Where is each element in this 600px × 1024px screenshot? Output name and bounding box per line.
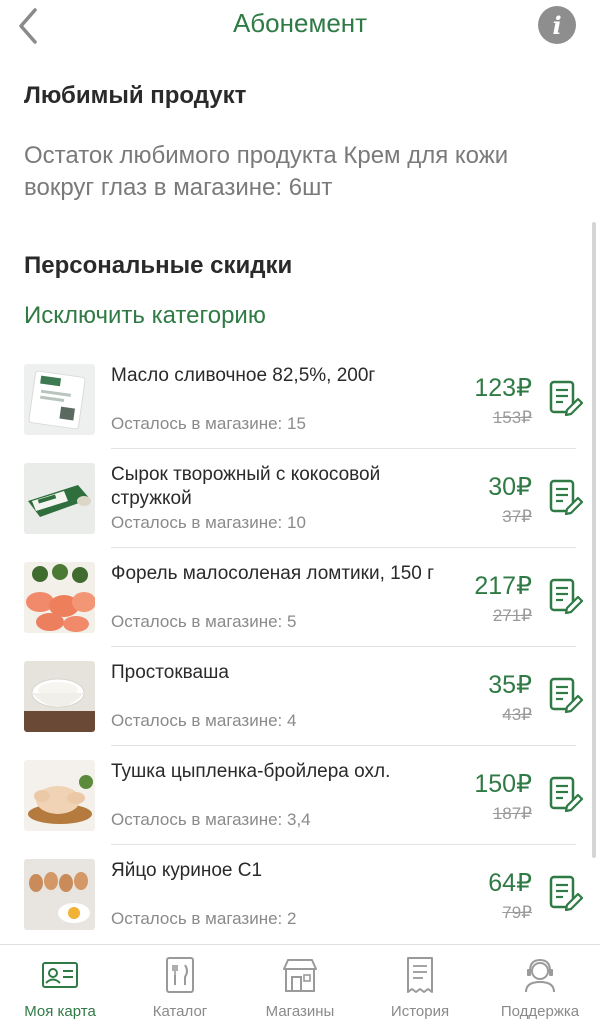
product-stock: Осталось в магазине: 2 — [111, 909, 297, 928]
product-price: 217₽ — [474, 572, 532, 600]
header: Абонемент i — [0, 0, 600, 52]
product-old-price: 271₽ — [492, 606, 532, 625]
card-icon — [42, 962, 78, 988]
tab-label: История — [390, 1003, 450, 1020]
tab-stores[interactable]: Магазины — [240, 945, 360, 1024]
product-image-trout — [24, 562, 95, 633]
discount-list: Масло сливочное 82,5%, 200г Осталось в м… — [0, 350, 600, 944]
list-item[interactable]: Тушка цыпленка-бройлера охл. Осталось в … — [0, 746, 600, 845]
product-name: Яйцо куриное С1 — [111, 860, 263, 881]
list-item[interactable]: Масло сливочное 82,5%, 200г Осталось в м… — [0, 350, 600, 449]
product-old-price: 187₽ — [492, 804, 532, 823]
list-item[interactable]: Форель малосоленая ломтики, 150 г Остало… — [0, 548, 600, 647]
edit-icon[interactable] — [549, 875, 584, 912]
product-stock: Осталось в магазине: 15 — [111, 414, 306, 433]
product-name: Простокваша — [111, 662, 229, 683]
store-icon — [283, 959, 317, 992]
list-item[interactable]: Сырок творожный с кокосовой стружкой Ост… — [0, 449, 600, 548]
tab-label: Каталог — [152, 1003, 208, 1020]
product-image-curd-bar — [24, 463, 95, 534]
product-price: 35₽ — [488, 671, 532, 699]
product-stock: Осталось в магазине: 5 — [111, 612, 297, 631]
tab-bar: Моя карта Каталог Магазины История Подде… — [0, 944, 600, 1024]
tab-my-card[interactable]: Моя карта — [0, 945, 120, 1024]
edit-icon[interactable] — [549, 578, 584, 615]
product-name: Тушка цыпленка-бройлера охл. — [111, 761, 391, 782]
page-title: Абонемент — [232, 8, 368, 38]
product-stock: Осталось в магазине: 10 — [111, 513, 306, 532]
product-price: 123₽ — [474, 374, 532, 402]
product-old-price: 153₽ — [492, 408, 532, 427]
product-name: Масло сливочное 82,5%, 200г — [111, 365, 376, 386]
product-price: 150₽ — [474, 770, 532, 798]
product-old-price: 43₽ — [502, 705, 532, 724]
edit-icon[interactable] — [549, 776, 584, 813]
product-price: 64₽ — [488, 869, 532, 897]
tab-support[interactable]: Поддержка — [480, 945, 600, 1024]
discounts-section-title: Персональные скидки — [24, 252, 293, 279]
list-item[interactable]: Яйцо куриное С1 Осталось в магазине: 2 6… — [0, 845, 600, 944]
product-old-price: 37₽ — [502, 507, 532, 526]
product-image-yogurt — [24, 661, 95, 732]
support-icon — [525, 958, 555, 993]
product-image-butter — [24, 364, 95, 435]
favorite-product-text: Остаток любимого продукта Крем для кожи … — [24, 142, 509, 201]
favorite-section-title: Любимый продукт — [24, 82, 247, 109]
product-name: Сырок творожный с кокосовой стружкой — [111, 464, 381, 509]
edit-icon[interactable] — [549, 479, 584, 516]
product-image-chicken — [24, 760, 95, 831]
tab-label: Магазины — [265, 1003, 335, 1020]
history-icon — [407, 957, 433, 993]
tab-label: Моя карта — [24, 1003, 96, 1020]
edit-icon[interactable] — [549, 380, 584, 417]
list-item[interactable]: Простокваша Осталось в магазине: 4 35₽ 4… — [0, 647, 600, 746]
info-icon: i — [552, 10, 562, 40]
tab-history[interactable]: История — [360, 945, 480, 1024]
info-button[interactable]: i — [538, 6, 576, 44]
catalog-icon — [166, 957, 194, 993]
edit-icon[interactable] — [549, 677, 584, 714]
product-name: Форель малосоленая ломтики, 150 г — [111, 563, 435, 584]
tab-catalog[interactable]: Каталог — [120, 945, 240, 1024]
product-stock: Осталось в магазине: 3,4 — [111, 810, 311, 829]
product-price: 30₽ — [488, 473, 532, 501]
product-stock: Осталось в магазине: 4 — [111, 711, 297, 730]
tab-label: Поддержка — [500, 1003, 580, 1020]
product-old-price: 79₽ — [502, 903, 532, 922]
exclude-category-link[interactable]: Исключить категорию — [24, 302, 266, 330]
product-image-eggs — [24, 859, 95, 930]
